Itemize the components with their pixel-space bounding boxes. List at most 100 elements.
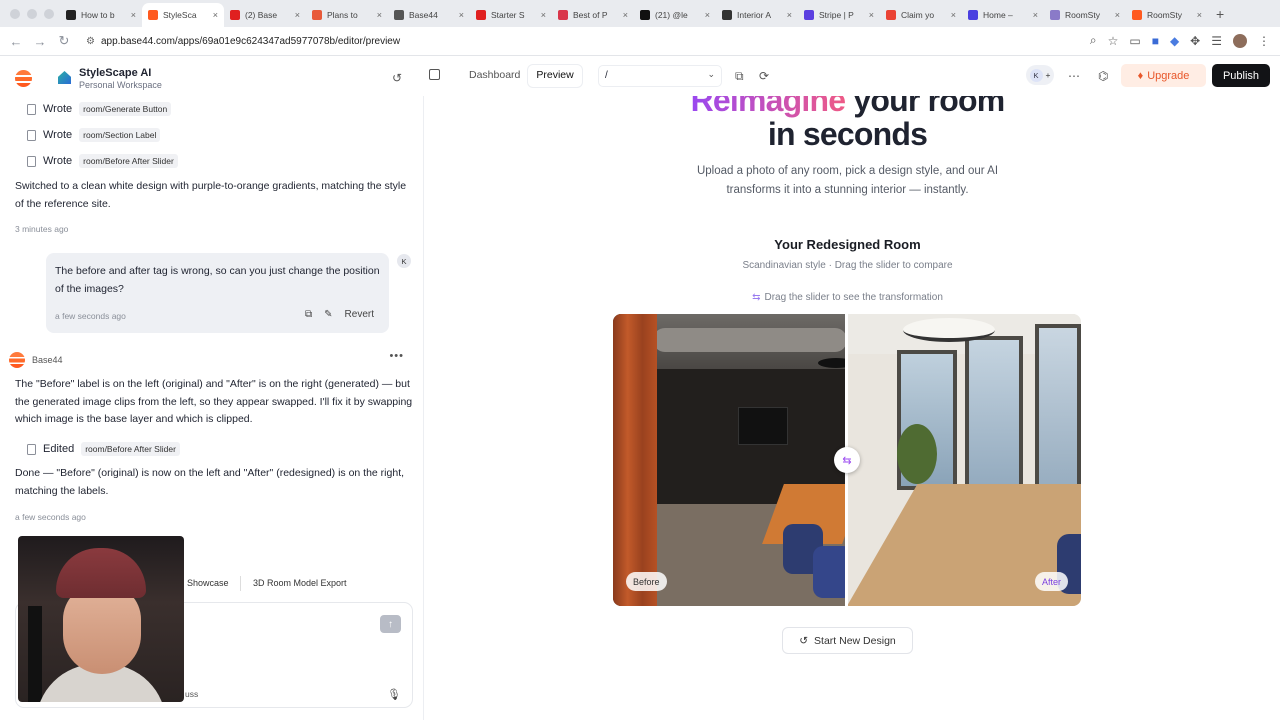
tab-preview[interactable]: Preview — [528, 65, 582, 87]
start-new-design-button[interactable]: ↺ Start New Design — [782, 627, 913, 654]
history-icon[interactable]: ↺ — [392, 71, 402, 85]
tab-label: RoomSty — [1147, 10, 1182, 20]
discuss-toggle[interactable]: uss — [185, 689, 198, 699]
puzzle-icon[interactable]: ✥ — [1190, 34, 1200, 48]
publish-button[interactable]: Publish — [1212, 64, 1270, 87]
device-preview-icon[interactable]: ⧉ — [735, 69, 744, 84]
browser-tab[interactable]: How to b × — [60, 3, 142, 27]
tab-close-icon[interactable]: × — [1033, 10, 1038, 20]
toggle-panel-icon[interactable] — [429, 69, 440, 80]
tab-label: Base44 — [409, 10, 438, 20]
revert-button[interactable]: Revert — [345, 309, 374, 320]
after-tag: After — [1034, 572, 1068, 591]
browser-tab[interactable]: Best of P × — [552, 3, 634, 27]
tab-close-icon[interactable]: × — [459, 10, 464, 20]
tab-label: Interior A — [737, 10, 772, 20]
bookmark-star-icon[interactable]: ☆ — [1108, 34, 1119, 48]
action-item[interactable]: Edited room/Before After Slider — [27, 442, 180, 456]
send-button[interactable]: ↑ — [380, 615, 401, 633]
tab-close-icon[interactable]: × — [295, 10, 300, 20]
tab-close-icon[interactable]: × — [1115, 10, 1120, 20]
copy-icon[interactable]: ⧉ — [305, 309, 312, 320]
file-icon — [27, 443, 36, 455]
tab-close-icon[interactable]: × — [705, 10, 710, 20]
window-controls[interactable] — [10, 9, 54, 19]
browser-tab[interactable]: Interior A × — [716, 3, 798, 27]
tab-favicon-icon — [640, 10, 650, 20]
suggestion-divider — [240, 576, 241, 591]
tab-close-icon[interactable]: × — [213, 10, 218, 20]
chat-panel: Wrote room/Generate Button Wrote room/Se… — [0, 96, 423, 720]
preview-pane: Reimagine your room in seconds Upload a … — [424, 96, 1271, 713]
start-new-design-label: Start New Design — [814, 634, 896, 647]
browser-tab[interactable]: Plans to × — [306, 3, 388, 27]
base44-logo-icon[interactable] — [15, 70, 32, 87]
tab-close-icon[interactable]: × — [623, 10, 628, 20]
page-scrollbar[interactable] — [1271, 96, 1280, 720]
site-settings-icon[interactable]: ⚙ — [86, 36, 95, 47]
slider-handle[interactable]: ⇆ — [834, 447, 860, 473]
suggestion-chip[interactable]: Showcase — [187, 578, 229, 588]
hero-title-line2: in seconds — [767, 116, 928, 152]
action-item[interactable]: Wrote room/Generate Button — [27, 102, 172, 116]
browser-tab[interactable]: (2) Base × — [224, 3, 306, 27]
url-field[interactable]: app.base44.com/apps/69a01e9c624347ad5977… — [101, 36, 400, 47]
tab-label: Plans to — [327, 10, 358, 20]
message-more-icon[interactable]: ••• — [389, 350, 404, 362]
profile-avatar[interactable] — [1233, 33, 1247, 48]
webcam-overlay — [18, 536, 184, 702]
tab-favicon-icon — [558, 10, 568, 20]
tab-close-icon[interactable]: × — [1197, 10, 1202, 20]
user-message-text: The before and after tag is wrong, so ca… — [55, 265, 380, 295]
assistant-message: Switched to a clean white design with pu… — [15, 180, 407, 210]
integrations-icon[interactable]: ⌬ — [1098, 69, 1108, 83]
restart-icon: ↺ — [799, 634, 809, 647]
before-after-slider[interactable]: ⇆ Before After — [613, 314, 1081, 606]
action-item[interactable]: Wrote room/Section Label — [27, 128, 161, 142]
browser-tab[interactable]: Stripe | P × — [798, 3, 880, 27]
extension-icon-2[interactable]: ◆ — [1170, 34, 1179, 48]
browser-tab[interactable]: Claim yo × — [880, 3, 962, 27]
tab-close-icon[interactable]: × — [787, 10, 792, 20]
browser-tab[interactable]: StyleSca × — [142, 3, 224, 27]
cast-icon[interactable]: ▭ — [1129, 34, 1140, 48]
tab-favicon-icon — [968, 10, 978, 20]
app-name[interactable]: StyleScape AI — [79, 67, 151, 79]
edit-icon[interactable]: ✎ — [324, 309, 332, 320]
microphone-icon[interactable]: 🎙 — [387, 688, 401, 701]
tab-close-icon[interactable]: × — [377, 10, 382, 20]
before-image — [613, 314, 847, 606]
zoom-icon[interactable]: ⌕ — [1090, 33, 1097, 48]
tab-label: Starter S — [491, 10, 525, 20]
tab-close-icon[interactable]: × — [541, 10, 546, 20]
reload-icon[interactable]: ↻ — [52, 33, 76, 49]
extension-icon[interactable]: ■ — [1152, 34, 1159, 48]
collaborators-badge[interactable]: K + — [1026, 65, 1054, 85]
tab-search-icon[interactable]: ☰ — [1211, 34, 1222, 48]
back-icon[interactable]: ← — [4, 34, 28, 49]
page-path-select[interactable]: / ⌄ — [598, 65, 722, 87]
action-verb: Wrote — [43, 103, 73, 115]
browser-tab[interactable]: Home – × — [962, 3, 1044, 27]
base44-avatar-icon — [9, 352, 25, 368]
hero-subtitle: Upload a photo of any room, pick a desig… — [696, 165, 999, 196]
action-item[interactable]: Wrote room/Before After Slider — [27, 154, 178, 168]
tab-dashboard[interactable]: Dashboard — [461, 65, 528, 87]
tab-close-icon[interactable]: × — [131, 10, 136, 20]
suggestion-chip[interactable]: 3D Room Model Export — [253, 578, 347, 588]
user-message-timestamp: a few seconds ago — [55, 311, 126, 321]
forward-icon[interactable]: → — [28, 34, 52, 49]
tab-close-icon[interactable]: × — [951, 10, 956, 20]
browser-tab[interactable]: RoomSty × — [1126, 3, 1208, 27]
browser-tab[interactable]: (21) @le × — [634, 3, 716, 27]
refresh-preview-icon[interactable]: ⟳ — [759, 69, 769, 83]
browser-tab[interactable]: Starter S × — [470, 3, 552, 27]
new-tab-button[interactable]: + — [1208, 6, 1232, 27]
more-options-icon[interactable]: ⋯ — [1068, 69, 1080, 83]
upgrade-button[interactable]: ♦ Upgrade — [1121, 64, 1206, 87]
browser-tab-bar: How to b × StyleSca × (2) Base × Plans to × Base… — [0, 0, 1280, 27]
tab-close-icon[interactable]: × — [869, 10, 874, 20]
browser-tab[interactable]: Base44 × — [388, 3, 470, 27]
browser-tab[interactable]: RoomSty × — [1044, 3, 1126, 27]
browser-menu-icon[interactable]: ⋮ — [1258, 34, 1270, 48]
